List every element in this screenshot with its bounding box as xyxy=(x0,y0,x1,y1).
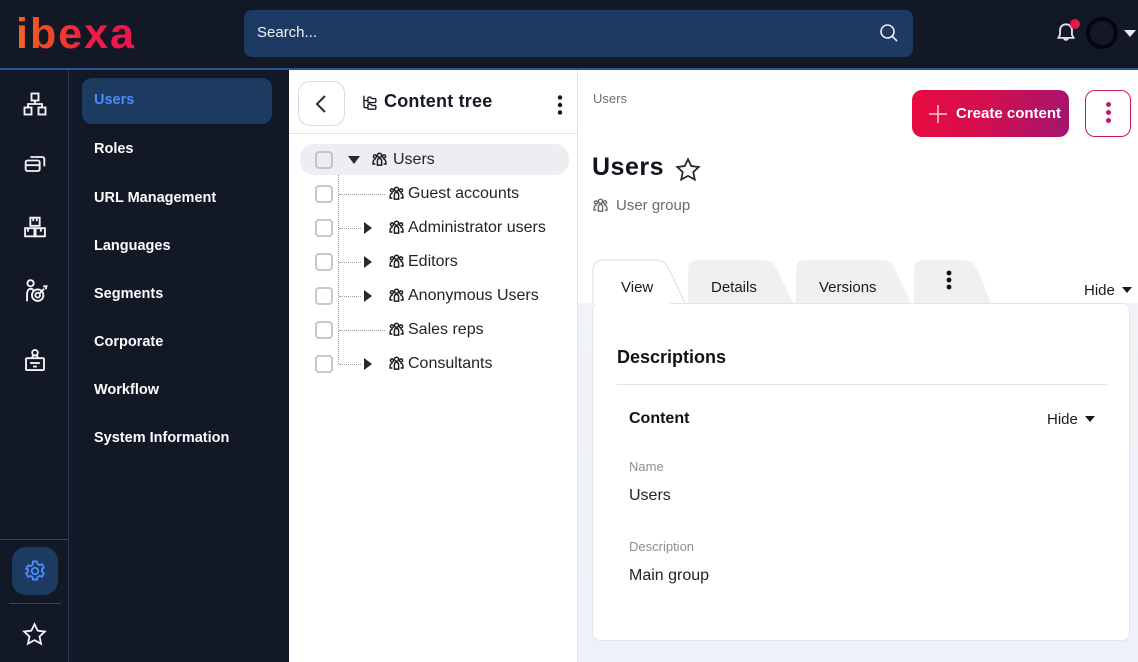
svg-text:View: View xyxy=(621,279,653,296)
svg-text:Details: Details xyxy=(711,279,757,296)
svg-text:Versions: Versions xyxy=(819,279,877,296)
